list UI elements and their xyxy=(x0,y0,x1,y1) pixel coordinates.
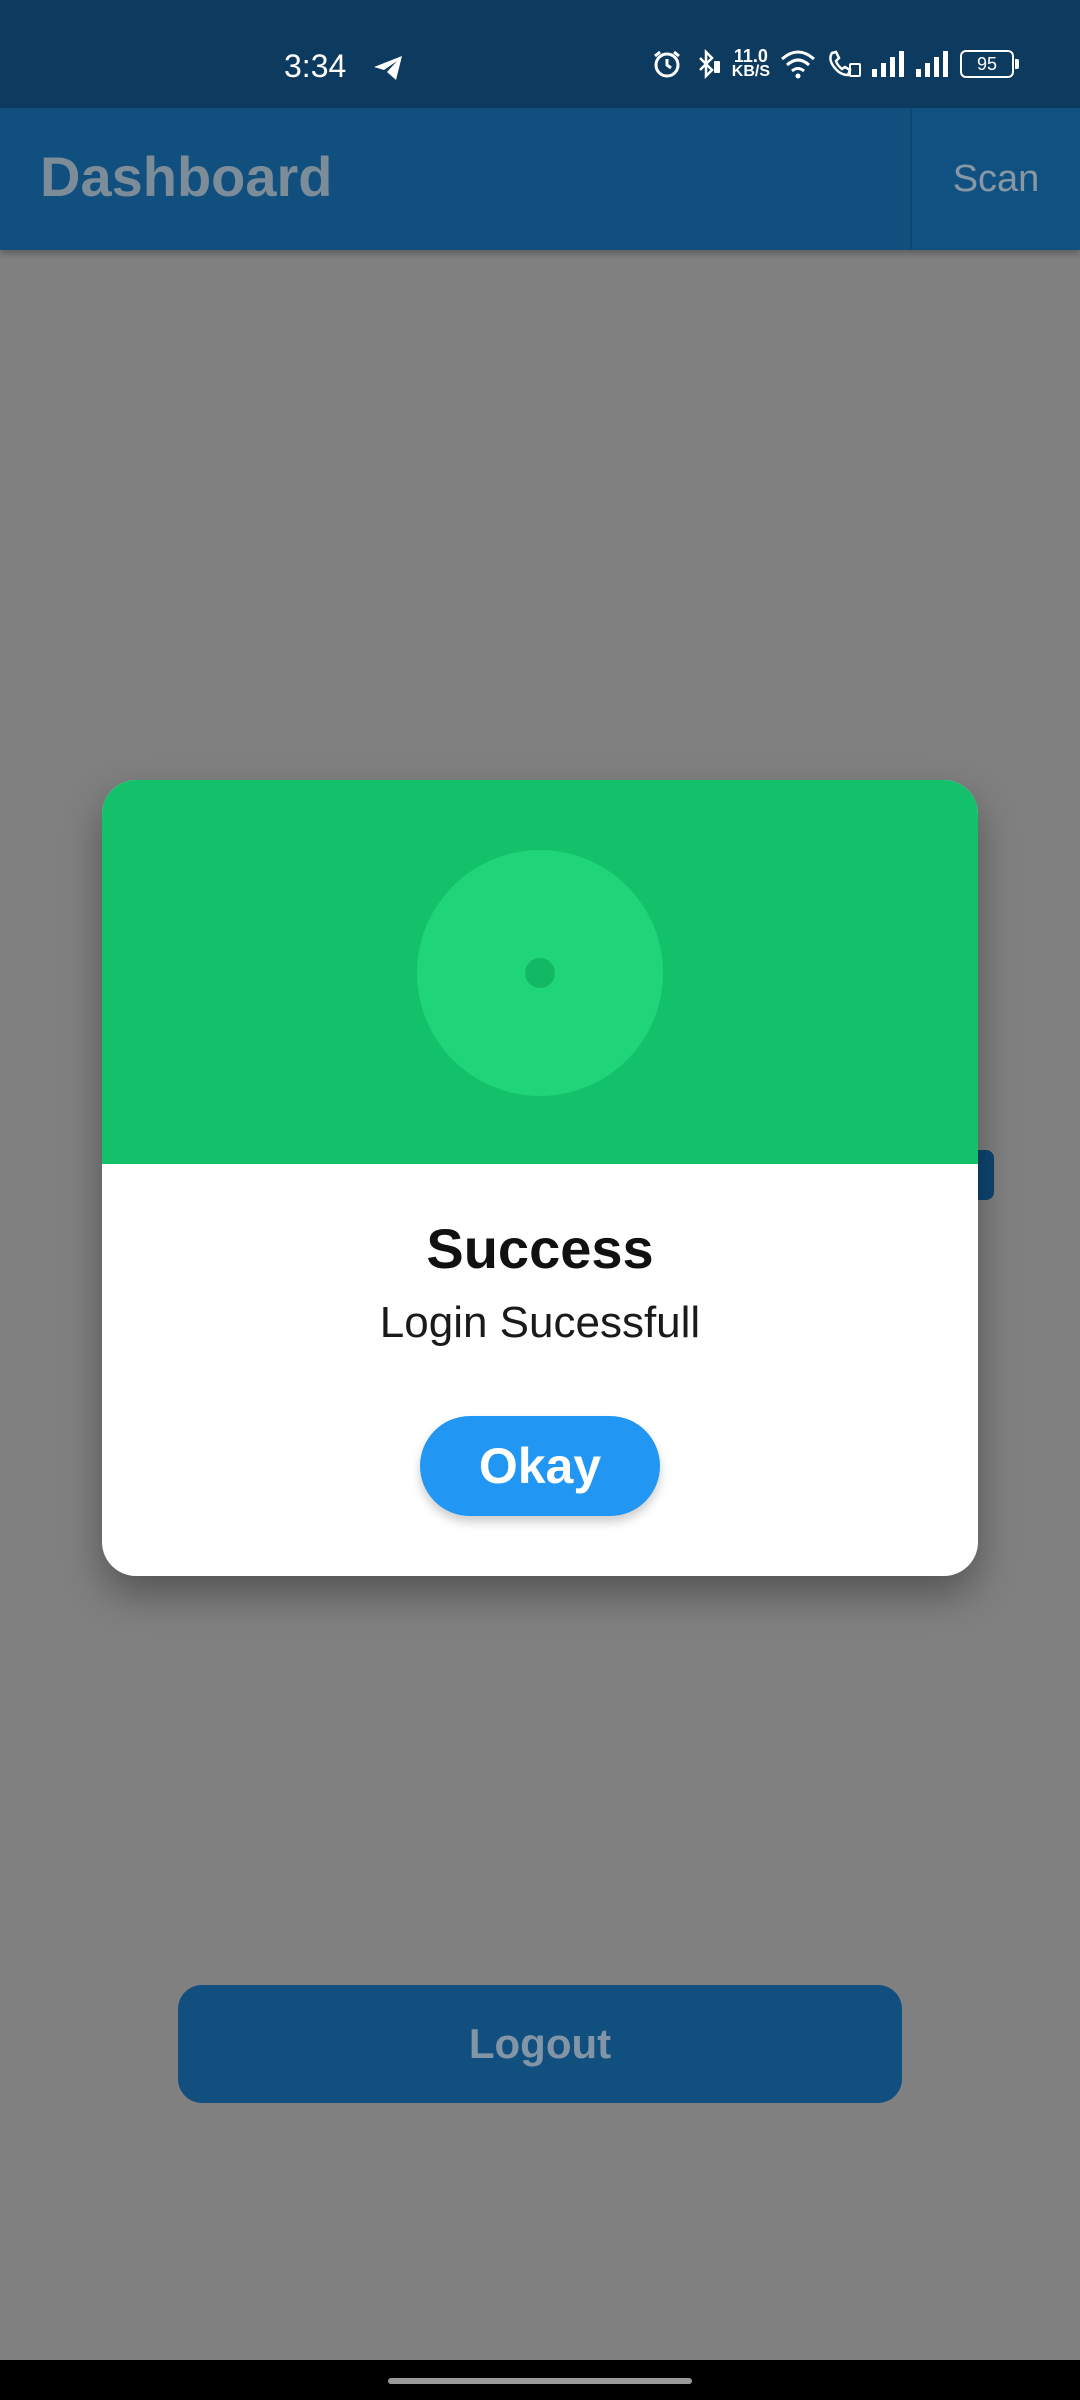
success-icon xyxy=(417,850,663,1096)
status-bar: 3:34 11.0 KB/S 95 xyxy=(0,0,1080,108)
navigation-bar xyxy=(0,2360,1080,2400)
dialog-title: Success xyxy=(426,1217,654,1280)
bluetooth-icon xyxy=(692,49,722,79)
wifi-calling-icon xyxy=(826,49,862,79)
network-speed: 11.0 KB/S xyxy=(731,46,770,80)
background-element-edge xyxy=(978,1150,994,1200)
scan-button[interactable]: Scan xyxy=(912,108,1080,250)
network-speed-unit: KB/S xyxy=(731,63,770,80)
status-time: 3:34 xyxy=(284,48,347,84)
dialog-message: Login Sucessfull xyxy=(379,1298,701,1347)
success-icon-dot xyxy=(525,958,555,988)
network-speed-value: 11.0 xyxy=(733,46,768,66)
battery-level: 95 xyxy=(976,53,998,74)
alarm-icon xyxy=(652,49,682,79)
battery-icon: 95 xyxy=(960,50,1019,78)
scan-action: Scan xyxy=(910,108,1080,250)
success-dialog: Success Login Sucessfull Okay xyxy=(102,780,978,1576)
telegram-icon xyxy=(372,54,404,82)
screen: 3:34 11.0 KB/S 95 Dashboard Scan Logout … xyxy=(0,0,1080,2400)
home-indicator[interactable] xyxy=(388,2378,692,2384)
app-bar: Dashboard Scan xyxy=(0,108,1080,250)
okay-button[interactable]: Okay xyxy=(420,1416,660,1516)
dialog-header xyxy=(102,780,978,1164)
wifi-icon xyxy=(780,49,816,79)
signal-icon xyxy=(916,51,950,77)
page-title: Dashboard xyxy=(40,145,333,208)
status-icons: 11.0 KB/S 95 xyxy=(652,46,1019,80)
signal-icon xyxy=(872,51,906,77)
logout-button[interactable]: Logout xyxy=(178,1985,902,2103)
